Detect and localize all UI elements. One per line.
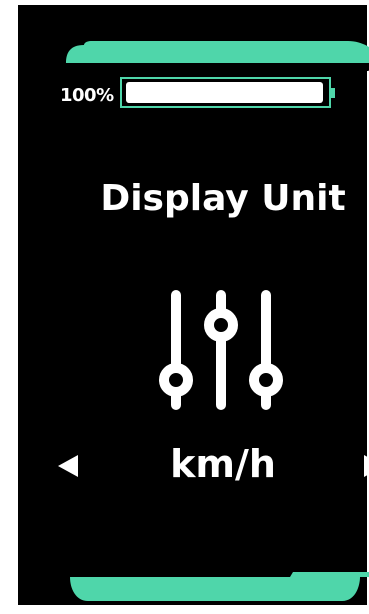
screen-title: Display Unit [100,178,346,219]
sliders-icon [159,290,283,410]
arrow-left-icon[interactable] [52,451,82,481]
selected-unit-value: km/h [170,442,276,486]
device-screen: 100% Display Unit km/h [18,5,369,605]
battery-indicator [120,77,335,108]
bottom-decor-bar [70,572,369,601]
battery-percentage: 100% [60,85,114,106]
arrow-right-icon[interactable] [360,451,369,481]
